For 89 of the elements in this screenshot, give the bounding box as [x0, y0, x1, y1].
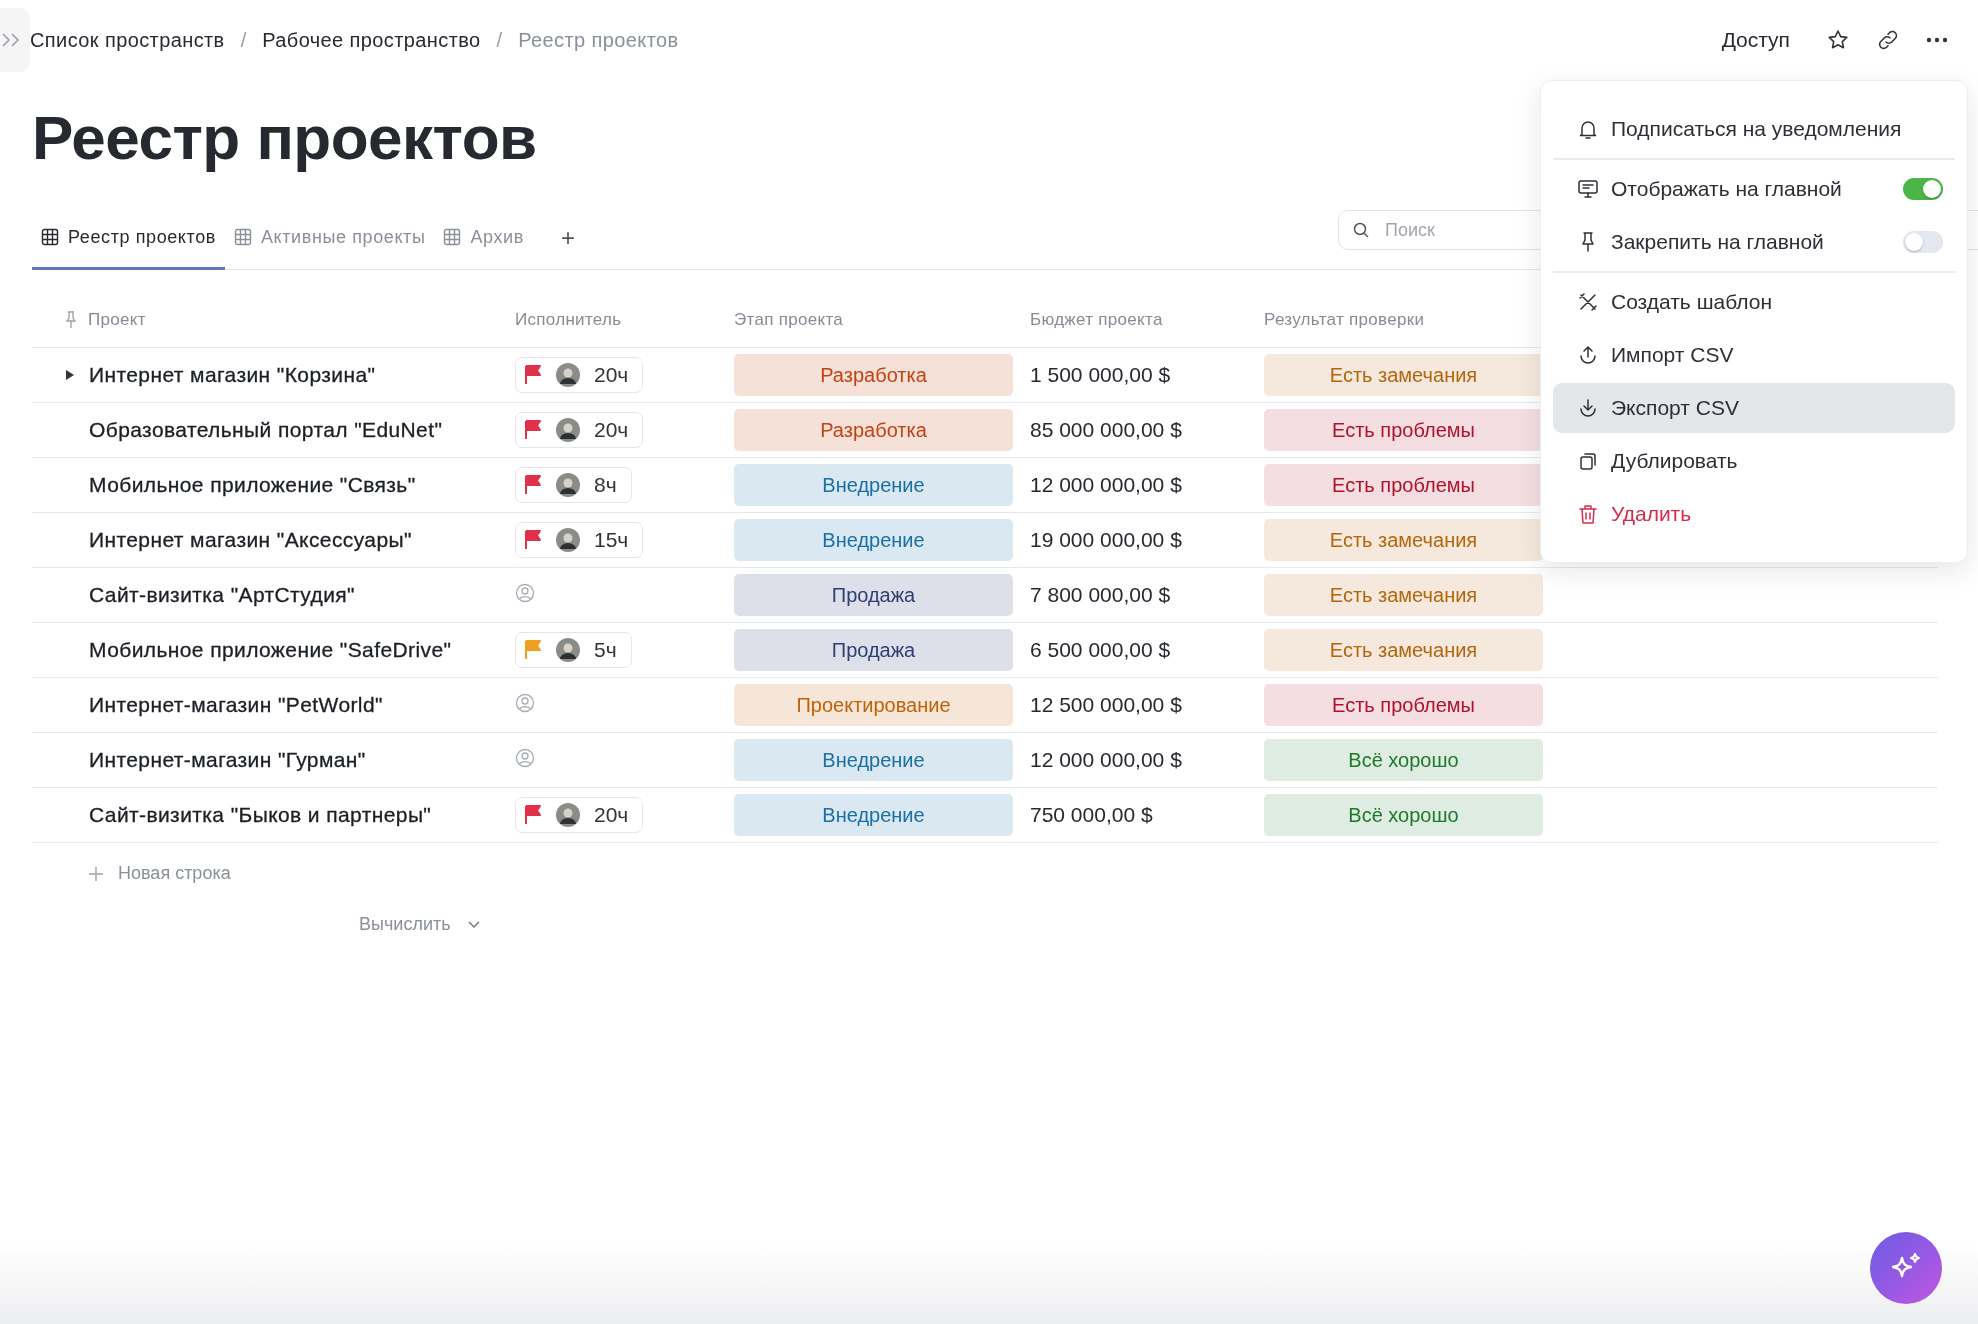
- assignee-chip[interactable]: 8ч: [515, 467, 632, 503]
- result-tag[interactable]: Всё хорошо: [1264, 739, 1543, 781]
- breadcrumb-link[interactable]: Рабочее пространство: [262, 28, 481, 52]
- breadcrumb-separator: /: [240, 28, 247, 52]
- project-name[interactable]: Образовательный портал "EduNet": [89, 418, 443, 442]
- menu-item[interactable]: Закрепить на главной: [1553, 217, 1955, 267]
- pin-icon: [64, 310, 78, 329]
- avatar-icon: [556, 363, 580, 387]
- access-button[interactable]: Доступ: [1717, 24, 1794, 56]
- expand-sidebar-icon[interactable]: [0, 8, 30, 72]
- chevron-down-icon: [466, 919, 481, 930]
- stage-tag[interactable]: Внедрение: [734, 519, 1013, 561]
- add-tab-button[interactable]: +: [552, 220, 583, 256]
- result-tag[interactable]: Есть замечания: [1264, 574, 1543, 616]
- plus-icon: [88, 865, 104, 882]
- trash-icon: [1577, 503, 1599, 525]
- table-icon: [41, 228, 59, 246]
- project-name[interactable]: Мобильное приложение "Связь": [89, 473, 416, 497]
- budget-value: 1 500 000,00 $: [1030, 363, 1171, 386]
- crossed-tools-icon: [1577, 291, 1599, 313]
- project-name[interactable]: Сайт-визитка "АртСтудия": [89, 583, 355, 607]
- project-name[interactable]: Интернет-магазин "PetWorld": [89, 693, 383, 717]
- table-row[interactable]: Мобильное приложение "SafeDrive" 5ч Продажа 6 500 000,00 $ Есть замечания: [32, 623, 1938, 678]
- avatar-icon: [556, 418, 580, 442]
- page-title: Реестр проектов: [32, 102, 537, 173]
- view-tab[interactable]: Реестр проектов: [32, 207, 225, 270]
- column-header[interactable]: Результат проверки: [1264, 309, 1425, 330]
- project-name[interactable]: Интернет магазин "Аксессуары": [89, 528, 412, 552]
- result-tag[interactable]: Есть замечания: [1264, 519, 1543, 561]
- budget-value: 12 000 000,00 $: [1030, 748, 1182, 771]
- table-icon: [233, 228, 252, 246]
- budget-value: 19 000 000,00 $: [1030, 528, 1182, 551]
- assignee-chip[interactable]: 20ч: [515, 412, 644, 448]
- result-tag[interactable]: Есть замечания: [1264, 354, 1543, 396]
- table-icon: [443, 228, 462, 246]
- table-row[interactable]: Интернет-магазин "Гурман" Внедрение 12 000 000,00 $ Всё хорошо: [32, 733, 1938, 788]
- project-name[interactable]: Интернет-магазин "Гурман": [89, 748, 366, 772]
- table-row[interactable]: Сайт-визитка "Быков и партнеры" 20ч Внедрение 750 000,00 $ Всё хорошо: [32, 788, 1938, 843]
- star-icon[interactable]: [1826, 28, 1850, 52]
- result-tag[interactable]: Есть проблемы: [1264, 464, 1543, 506]
- menu-item[interactable]: Создать шаблон: [1553, 277, 1955, 327]
- stage-tag[interactable]: Внедрение: [734, 794, 1013, 836]
- budget-value: 85 000 000,00 $: [1030, 418, 1182, 441]
- avatar-icon: [556, 638, 580, 662]
- budget-value: 12 500 000,00 $: [1030, 693, 1182, 716]
- budget-value: 12 000 000,00 $: [1030, 473, 1182, 496]
- download-icon: [1577, 397, 1599, 419]
- avatar-icon: [556, 803, 580, 827]
- table-row[interactable]: Сайт-визитка "АртСтудия" Продажа 7 800 000,00 $ Есть замечания: [32, 568, 1938, 623]
- project-name[interactable]: Сайт-визитка "Быков и партнеры": [89, 803, 432, 827]
- result-tag[interactable]: Есть замечания: [1264, 629, 1543, 671]
- monitor-icon: [1577, 178, 1599, 200]
- project-name[interactable]: Интернет магазин "Корзина": [89, 363, 376, 387]
- stage-tag[interactable]: Разработка: [734, 354, 1013, 396]
- stage-tag[interactable]: Продажа: [734, 629, 1013, 671]
- menu-item[interactable]: Экспорт CSV: [1553, 383, 1955, 433]
- project-name[interactable]: Мобильное приложение "SafeDrive": [89, 638, 452, 662]
- add-person-icon[interactable]: [515, 693, 535, 713]
- add-person-icon[interactable]: [515, 583, 535, 603]
- expand-caret-icon[interactable]: [65, 369, 75, 381]
- more-icon[interactable]: [1926, 37, 1948, 43]
- stage-tag[interactable]: Внедрение: [734, 464, 1013, 506]
- budget-value: 7 800 000,00 $: [1030, 583, 1171, 606]
- stage-tag[interactable]: Внедрение: [734, 739, 1013, 781]
- avatar-icon: [556, 528, 580, 552]
- menu-item[interactable]: Подписаться на уведомления: [1553, 104, 1955, 154]
- bell-icon: [1577, 118, 1599, 140]
- link-icon[interactable]: [1876, 28, 1900, 52]
- table-row[interactable]: Интернет-магазин "PetWorld" Проектирование 12 500 000,00 $ Есть проблемы: [32, 678, 1938, 733]
- budget-value: 6 500 000,00 $: [1030, 638, 1171, 661]
- result-tag[interactable]: Есть проблемы: [1264, 684, 1543, 726]
- budget-value: 750 000,00 $: [1030, 803, 1153, 826]
- assignee-chip[interactable]: 20ч: [515, 357, 644, 393]
- assignee-chip[interactable]: 5ч: [515, 632, 632, 668]
- stage-tag[interactable]: Разработка: [734, 409, 1013, 451]
- menu-item[interactable]: Отображать на главной: [1553, 164, 1955, 214]
- breadcrumb-link[interactable]: Список пространств: [30, 28, 225, 52]
- upload-icon: [1577, 344, 1599, 366]
- result-tag[interactable]: Есть проблемы: [1264, 409, 1543, 451]
- toggle-switch[interactable]: [1903, 178, 1943, 200]
- result-tag[interactable]: Всё хорошо: [1264, 794, 1543, 836]
- avatar-icon: [556, 473, 580, 497]
- copy-icon: [1577, 450, 1599, 472]
- assignee-chip[interactable]: 15ч: [515, 522, 644, 558]
- assignee-chip[interactable]: 20ч: [515, 797, 644, 833]
- breadcrumb-separator: /: [496, 28, 503, 52]
- add-person-icon[interactable]: [515, 748, 535, 768]
- stage-tag[interactable]: Продажа: [734, 574, 1013, 616]
- toggle-switch[interactable]: [1903, 231, 1943, 253]
